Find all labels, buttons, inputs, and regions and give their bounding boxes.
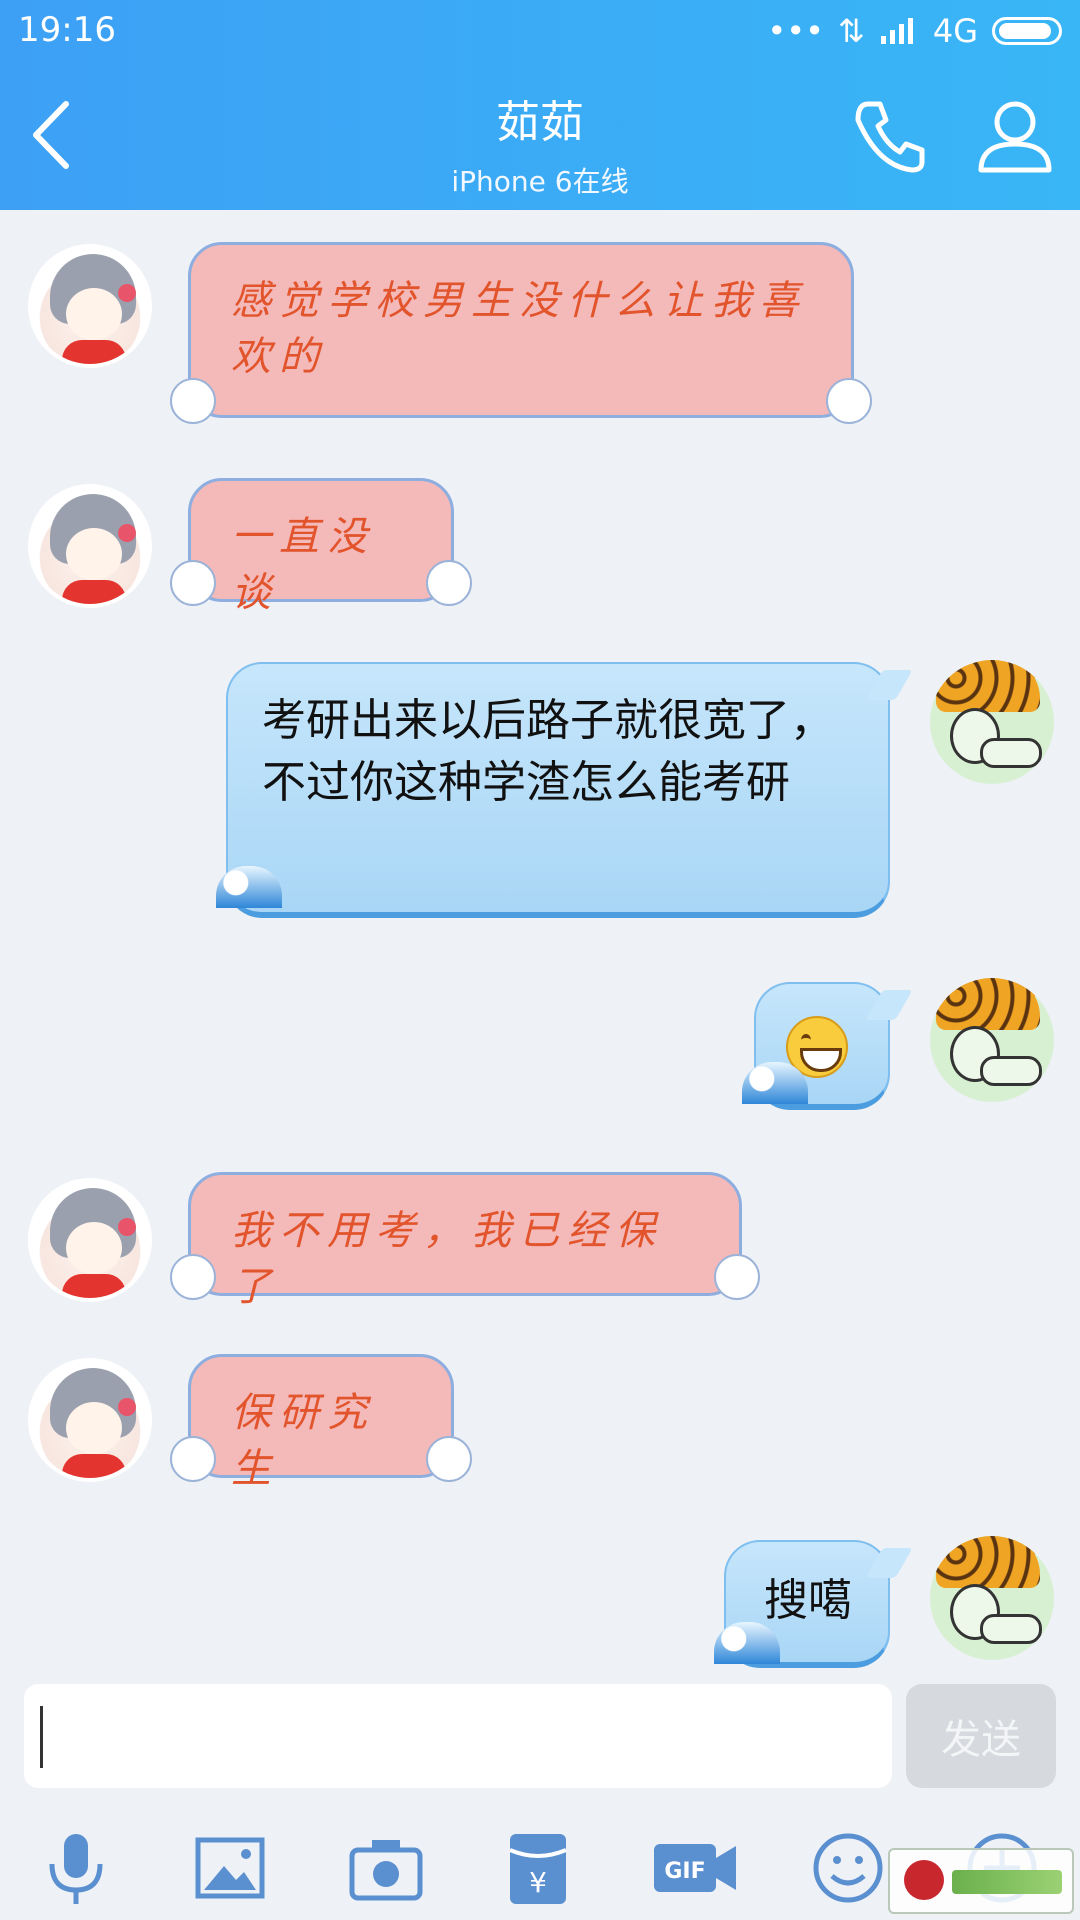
contact-avatar[interactable] <box>28 484 152 608</box>
message-bubble-incoming[interactable]: 我不用考，我已经保了 <box>188 1172 742 1310</box>
message-bubble-incoming[interactable]: 保研究生 <box>188 1354 454 1492</box>
message-text: 考研出来以后路子就很宽了，不过你这种学渣怎么能考研 <box>262 695 834 808</box>
back-icon <box>33 101 69 169</box>
network-label: 4G <box>932 12 978 50</box>
voice-input-button[interactable] <box>36 1828 116 1908</box>
svg-text:¥: ¥ <box>529 1866 547 1899</box>
chat-title-block: 茹茹 iPhone 6在线 <box>340 86 740 200</box>
my-avatar[interactable] <box>930 660 1054 784</box>
bunny-decoration-icon <box>170 1254 216 1300</box>
chat-header: 19:16 ••• ⇅ 4G 茹茹 iPhone 6在线 <box>0 0 1080 210</box>
red-packet-button[interactable]: ¥ <box>498 1828 578 1908</box>
message-bubble-incoming[interactable]: 一直没谈 <box>188 478 454 616</box>
bunny-decoration-icon <box>170 560 216 606</box>
bunny-decoration-icon <box>170 378 216 424</box>
data-arrows-icon: ⇅ <box>838 12 865 50</box>
camera-icon <box>349 1840 423 1901</box>
contact-status: iPhone 6在线 <box>451 165 629 198</box>
message-bubble-outgoing[interactable]: 考研出来以后路子就很宽了，不过你这种学渣怎么能考研 <box>226 662 913 918</box>
microphone-icon <box>49 1834 103 1904</box>
phone-icon <box>855 101 925 173</box>
camera-button[interactable] <box>346 1828 426 1908</box>
battery-icon <box>992 17 1062 45</box>
profile-icon <box>978 101 1052 173</box>
gif-icon: GIF <box>654 1844 736 1892</box>
voice-call-button[interactable] <box>850 96 930 176</box>
red-packet-icon: ¥ <box>509 1834 567 1904</box>
text-caret <box>40 1706 43 1768</box>
back-button[interactable] <box>28 98 78 172</box>
gif-button[interactable]: GIF <box>650 1828 740 1908</box>
bunny-decoration-icon <box>426 560 472 606</box>
contact-avatar[interactable] <box>28 244 152 368</box>
bunny-decoration-icon <box>826 378 872 424</box>
status-bar: 19:16 ••• ⇅ 4G <box>0 0 1080 62</box>
my-avatar[interactable] <box>930 1536 1054 1660</box>
status-time: 19:16 <box>18 10 116 50</box>
gallery-button[interactable] <box>190 1828 270 1908</box>
contact-avatar[interactable] <box>28 1178 152 1302</box>
more-dots-icon: ••• <box>767 12 825 50</box>
bunny-decoration-icon <box>714 1254 760 1300</box>
contact-avatar[interactable] <box>28 1358 152 1482</box>
svg-text:GIF: GIF <box>664 1859 705 1884</box>
profile-button[interactable] <box>975 96 1055 176</box>
site-watermark-logo <box>888 1848 1074 1914</box>
emoji-icon <box>813 1833 883 1903</box>
status-icons: ••• ⇅ 4G <box>767 12 1062 50</box>
contact-name: 茹茹 <box>496 97 584 148</box>
signal-icon <box>880 18 913 44</box>
bunny-decoration-icon <box>426 1436 472 1482</box>
message-bubble-incoming[interactable]: 感觉学校男生没什么让我喜欢的 <box>188 242 854 418</box>
emoji-button[interactable] <box>808 1828 888 1908</box>
message-input[interactable] <box>24 1684 892 1788</box>
bunny-decoration-icon <box>170 1436 216 1482</box>
send-button[interactable]: 发送 <box>906 1684 1056 1788</box>
my-avatar[interactable] <box>930 978 1054 1102</box>
image-icon <box>195 1837 265 1899</box>
message-text: 搜噶 <box>764 1575 852 1626</box>
